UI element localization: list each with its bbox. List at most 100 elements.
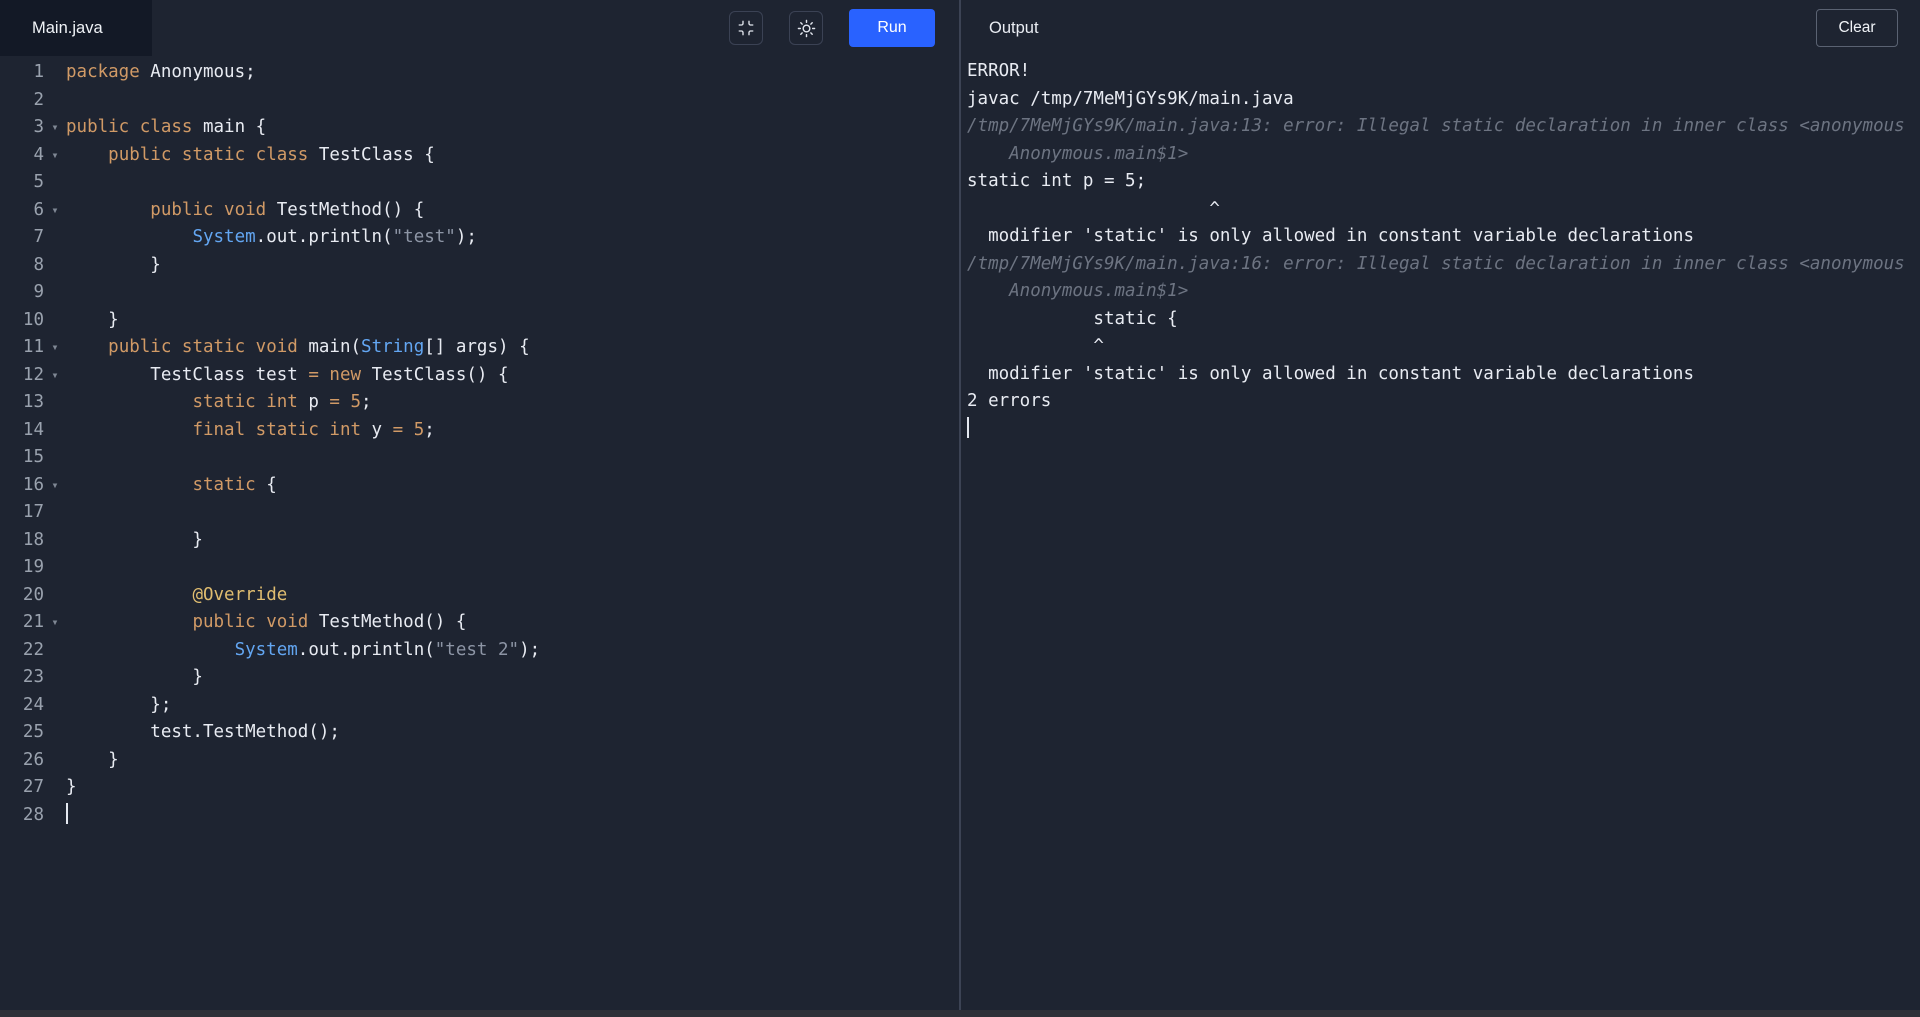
editor-panel: Main.java Run 1 package Anonymous; 2 3 ▾… [0,0,959,1017]
code-line[interactable]: 12 ▾ TestClass test = new TestClass() { [0,362,959,390]
code-text: public void TestMethod() { [192,612,467,632]
fold-arrow-icon[interactable]: ▾ [44,609,66,637]
code-text: @Override [192,584,288,605]
code-text: } [66,777,77,797]
fold-arrow-icon[interactable]: ▾ [44,142,66,170]
code-line[interactable]: 9 [0,279,959,307]
code-line[interactable]: 5 [0,169,959,197]
line-number: 16 [22,474,44,495]
line-number: 19 [22,557,44,577]
line-number: 15 [22,447,44,467]
code-line[interactable]: 23 } [0,664,959,692]
code-line[interactable]: 14 final static int y = 5; [0,417,959,445]
code-text: static int p = 5; [192,392,372,412]
code-line[interactable]: 20 @Override [0,582,959,610]
fold-arrow-icon[interactable]: ▾ [44,114,66,142]
fold-arrow-icon[interactable]: ▾ [44,197,66,225]
code-text: package Anonymous; [66,62,256,82]
line-number: 3 [33,117,44,137]
code-text: }; [66,694,172,715]
line-number: 20 [22,584,44,605]
output-line: ERROR! [967,61,1031,81]
line-number: 17 [22,502,44,522]
line-number: 24 [22,694,44,715]
fold-arrow-icon[interactable]: ▾ [44,362,66,390]
horizontal-scrollbar[interactable] [0,1010,1920,1017]
code-text: test.TestMethod(); [66,722,340,742]
clear-button[interactable]: Clear [1816,9,1898,47]
code-line[interactable]: 21 ▾ public void TestMethod() { [0,609,959,637]
line-number: 26 [22,749,44,770]
line-number: 1 [33,62,44,82]
run-button[interactable]: Run [849,9,935,47]
code-line[interactable]: 15 [0,444,959,472]
line-number: 28 [22,804,44,825]
output-line: ^ [967,198,1220,219]
output-line: /tmp/7MeMjGYs9K/main.java:16: error: Ill… [967,253,1905,274]
code-text: static { [192,474,277,495]
line-number: 27 [22,777,44,797]
code-line[interactable]: 28 [0,802,959,830]
code-line[interactable]: 7 System.out.println("test"); [0,224,959,252]
code-line[interactable]: 19 [0,554,959,582]
line-number: 18 [22,529,44,550]
fold-arrow-icon[interactable]: ▾ [44,334,66,362]
code-line[interactable]: 22 System.out.println("test 2"); [0,637,959,665]
output-panel: Output Clear ERROR! javac /tmp/7MeMjGYs9K… [961,0,1920,1017]
line-number: 10 [22,309,44,330]
fullscreen-button[interactable] [729,11,763,45]
code-text: public class main { [66,117,267,137]
line-number: 8 [33,254,44,275]
line-number: 11 [22,337,44,357]
code-text: System.out.println("test 2"); [234,639,541,660]
tab-main-java[interactable]: Main.java [0,0,152,56]
code-line[interactable]: 18 } [0,527,959,555]
output-line [967,416,1910,444]
tab-label: Main.java [32,18,103,37]
code-line[interactable]: 3 ▾ public class main { [0,114,959,142]
code-text [66,802,68,830]
code-line[interactable]: 16 ▾ static { [0,472,959,500]
code-editor[interactable]: 1 package Anonymous; 2 3 ▾ public class main … [0,56,959,1017]
line-number: 13 [22,392,44,412]
line-number: 9 [33,282,44,302]
code-line[interactable]: 26 } [0,747,959,775]
output-line: /tmp/7MeMjGYs9K/main.java:13: error: Ill… [967,116,1905,136]
output-line: Anonymous.main$1> [967,281,1189,301]
code-line[interactable]: 17 [0,499,959,527]
code-text: } [66,254,161,275]
code-line[interactable]: 27} [0,774,959,802]
code-line[interactable]: 4 ▾ public static class TestClass { [0,142,959,170]
code-line[interactable]: 25 test.TestMethod(); [0,719,959,747]
code-line[interactable]: 8 } [0,252,959,280]
code-text: } [66,309,119,330]
line-number: 12 [22,364,44,385]
line-number: 5 [33,172,44,192]
code-line[interactable]: 1 package Anonymous; [0,59,959,87]
fold-arrow-icon[interactable]: ▾ [44,472,66,500]
code-line[interactable]: 2 [0,87,959,115]
online-java-compiler: Main.java Run 1 package Anonymous; 2 3 ▾… [0,0,1920,1017]
theme-toggle-button[interactable] [789,11,823,45]
code-line[interactable]: 6 ▾ public void TestMethod() { [0,197,959,225]
code-text: final static int y = 5; [192,419,435,440]
output-line: static { [967,308,1178,329]
code-line[interactable]: 11 ▾ public static void main(String[] arg… [0,334,959,362]
output-header: Output Clear [961,0,1920,56]
code-line[interactable]: 10 } [0,307,959,335]
output-title: Output [989,18,1039,37]
code-line[interactable]: 13 static int p = 5; [0,389,959,417]
code-line[interactable]: 24 }; [0,692,959,720]
line-number: 14 [22,419,44,440]
